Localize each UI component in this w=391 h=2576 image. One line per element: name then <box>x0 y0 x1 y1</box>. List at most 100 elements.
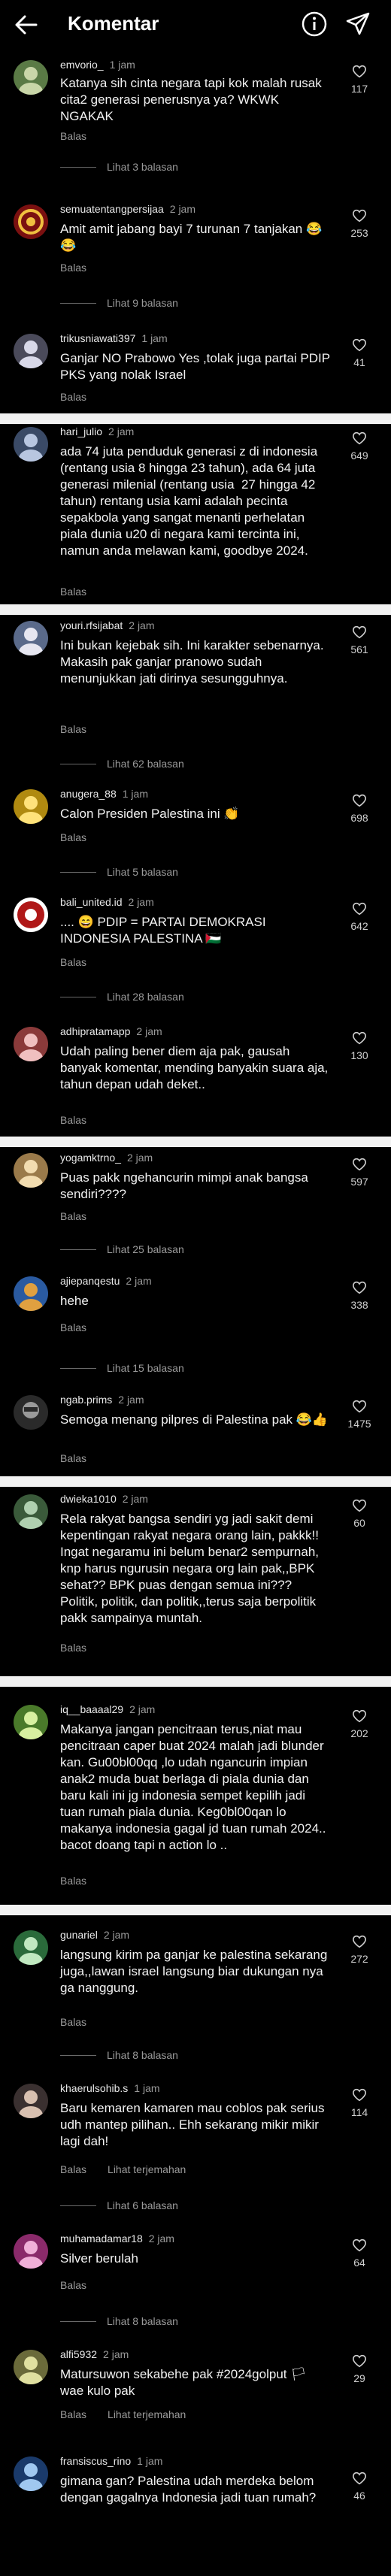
reply-button[interactable]: Balas <box>60 2163 86 2175</box>
reply-button[interactable]: Balas <box>60 391 86 403</box>
heart-icon[interactable] <box>352 902 367 916</box>
comment-username[interactable]: muhamadamar18 <box>60 2232 143 2245</box>
avatar[interactable] <box>14 60 48 95</box>
comment-username[interactable]: alfi5932 <box>60 2348 97 2360</box>
reply-button[interactable]: Balas <box>60 1875 86 1887</box>
view-replies-label[interactable]: Lihat 3 balasan <box>107 161 178 173</box>
avatar[interactable] <box>14 427 48 462</box>
view-replies-link[interactable]: Lihat 62 balasan <box>60 758 184 770</box>
info-icon[interactable] <box>301 11 328 38</box>
view-replies-label[interactable]: Lihat 62 balasan <box>107 758 184 770</box>
heart-icon[interactable] <box>352 794 367 807</box>
reply-button[interactable]: Balas <box>60 262 86 274</box>
heart-icon[interactable] <box>352 65 367 78</box>
like-control[interactable]: 561 <box>344 625 374 655</box>
like-control[interactable]: 272 <box>344 1935 374 1965</box>
comment-username[interactable]: dwieka1010 <box>60 1493 117 1505</box>
avatar[interactable] <box>14 1153 48 1188</box>
like-control[interactable]: 597 <box>344 1158 374 1188</box>
view-replies-link[interactable]: Lihat 9 balasan <box>60 297 178 309</box>
view-replies-link[interactable]: Lihat 8 balasan <box>60 2049 178 2061</box>
comment-username[interactable]: youri.rfsijabat <box>60 619 123 631</box>
like-control[interactable]: 60 <box>344 1499 374 1529</box>
comment-username[interactable]: anugera_88 <box>60 788 117 800</box>
reply-button[interactable]: Balas <box>60 723 86 735</box>
comment-username[interactable]: fransiscus_rino <box>60 2455 131 2467</box>
view-replies-label[interactable]: Lihat 5 balasan <box>107 866 178 878</box>
avatar[interactable] <box>14 1930 48 1965</box>
heart-icon[interactable] <box>352 1499 367 1512</box>
reply-button[interactable]: Balas <box>60 2408 86 2420</box>
like-control[interactable]: 130 <box>344 1031 374 1061</box>
reply-button[interactable]: Balas <box>60 831 86 843</box>
like-control[interactable]: 29 <box>344 2354 374 2384</box>
reply-button[interactable]: Balas <box>60 1210 86 1222</box>
reply-button[interactable]: Balas <box>60 1114 86 1126</box>
heart-icon[interactable] <box>352 2354 367 2368</box>
view-replies-label[interactable]: Lihat 8 balasan <box>107 2049 178 2061</box>
reply-button[interactable]: Balas <box>60 586 86 598</box>
comment-username[interactable]: semuatentangpersijaa <box>60 203 164 215</box>
like-control[interactable]: 46 <box>344 2472 374 2502</box>
comment-username[interactable]: bali_united.id <box>60 896 123 908</box>
comment-username[interactable]: emvorio_ <box>60 59 104 71</box>
avatar[interactable] <box>14 2350 48 2384</box>
avatar[interactable] <box>14 1395 48 1430</box>
like-control[interactable]: 1475 <box>344 1400 374 1430</box>
avatar[interactable] <box>14 789 48 824</box>
view-replies-link[interactable]: Lihat 3 balasan <box>60 161 178 173</box>
heart-icon[interactable] <box>352 1031 367 1045</box>
like-control[interactable]: 41 <box>344 338 374 368</box>
comment-username[interactable]: khaerulsohib.s <box>60 2082 128 2094</box>
back-arrow-icon[interactable] <box>14 12 39 38</box>
heart-icon[interactable] <box>352 625 367 639</box>
avatar[interactable] <box>14 2234 48 2269</box>
view-replies-label[interactable]: Lihat 8 balasan <box>107 2315 178 2327</box>
view-replies-link[interactable]: Lihat 15 balasan <box>60 1362 184 1374</box>
like-control[interactable]: 64 <box>344 2238 374 2269</box>
heart-icon[interactable] <box>352 338 367 352</box>
like-control[interactable]: 698 <box>344 794 374 824</box>
translate-button[interactable]: Lihat terjemahan <box>108 2408 186 2420</box>
view-replies-link[interactable]: Lihat 6 balasan <box>60 2199 178 2211</box>
heart-icon[interactable] <box>352 209 367 222</box>
view-replies-link[interactable]: Lihat 25 balasan <box>60 1243 184 1255</box>
reply-button[interactable]: Balas <box>60 2279 86 2291</box>
view-replies-label[interactable]: Lihat 6 balasan <box>107 2199 178 2211</box>
reply-button[interactable]: Balas <box>60 2016 86 2028</box>
translate-button[interactable]: Lihat terjemahan <box>108 2163 186 2175</box>
like-control[interactable]: 117 <box>344 65 374 95</box>
view-replies-label[interactable]: Lihat 25 balasan <box>107 1243 184 1255</box>
avatar[interactable] <box>14 1027 48 1061</box>
avatar[interactable] <box>14 1276 48 1311</box>
like-control[interactable]: 114 <box>344 2088 374 2118</box>
avatar[interactable] <box>14 2456 48 2491</box>
view-replies-label[interactable]: Lihat 15 balasan <box>107 1362 184 1374</box>
heart-icon[interactable] <box>352 2472 367 2485</box>
heart-icon[interactable] <box>352 431 367 445</box>
avatar[interactable] <box>14 1494 48 1529</box>
heart-icon[interactable] <box>352 1281 367 1294</box>
like-control[interactable]: 642 <box>344 902 374 932</box>
reply-button[interactable]: Balas <box>60 956 86 968</box>
view-replies-link[interactable]: Lihat 5 balasan <box>60 866 178 878</box>
reply-button[interactable]: Balas <box>60 130 86 142</box>
like-control[interactable]: 253 <box>344 209 374 239</box>
heart-icon[interactable] <box>352 1935 367 1948</box>
comment-username[interactable]: gunariel <box>60 1929 98 1941</box>
avatar[interactable] <box>14 334 48 368</box>
heart-icon[interactable] <box>352 1400 367 1413</box>
comment-username[interactable]: trikusniawati397 <box>60 332 135 344</box>
heart-icon[interactable] <box>352 1158 367 1171</box>
like-control[interactable]: 649 <box>344 431 374 462</box>
view-replies-link[interactable]: Lihat 28 balasan <box>60 991 184 1003</box>
like-control[interactable]: 202 <box>344 1709 374 1739</box>
heart-icon[interactable] <box>352 1709 367 1723</box>
avatar[interactable] <box>14 898 48 932</box>
avatar[interactable] <box>14 2084 48 2118</box>
heart-icon[interactable] <box>352 2088 367 2102</box>
reply-button[interactable]: Balas <box>60 1452 86 1464</box>
comment-username[interactable]: ajiepanqestu <box>60 1275 120 1287</box>
avatar[interactable] <box>14 204 48 239</box>
view-replies-label[interactable]: Lihat 9 balasan <box>107 297 178 309</box>
